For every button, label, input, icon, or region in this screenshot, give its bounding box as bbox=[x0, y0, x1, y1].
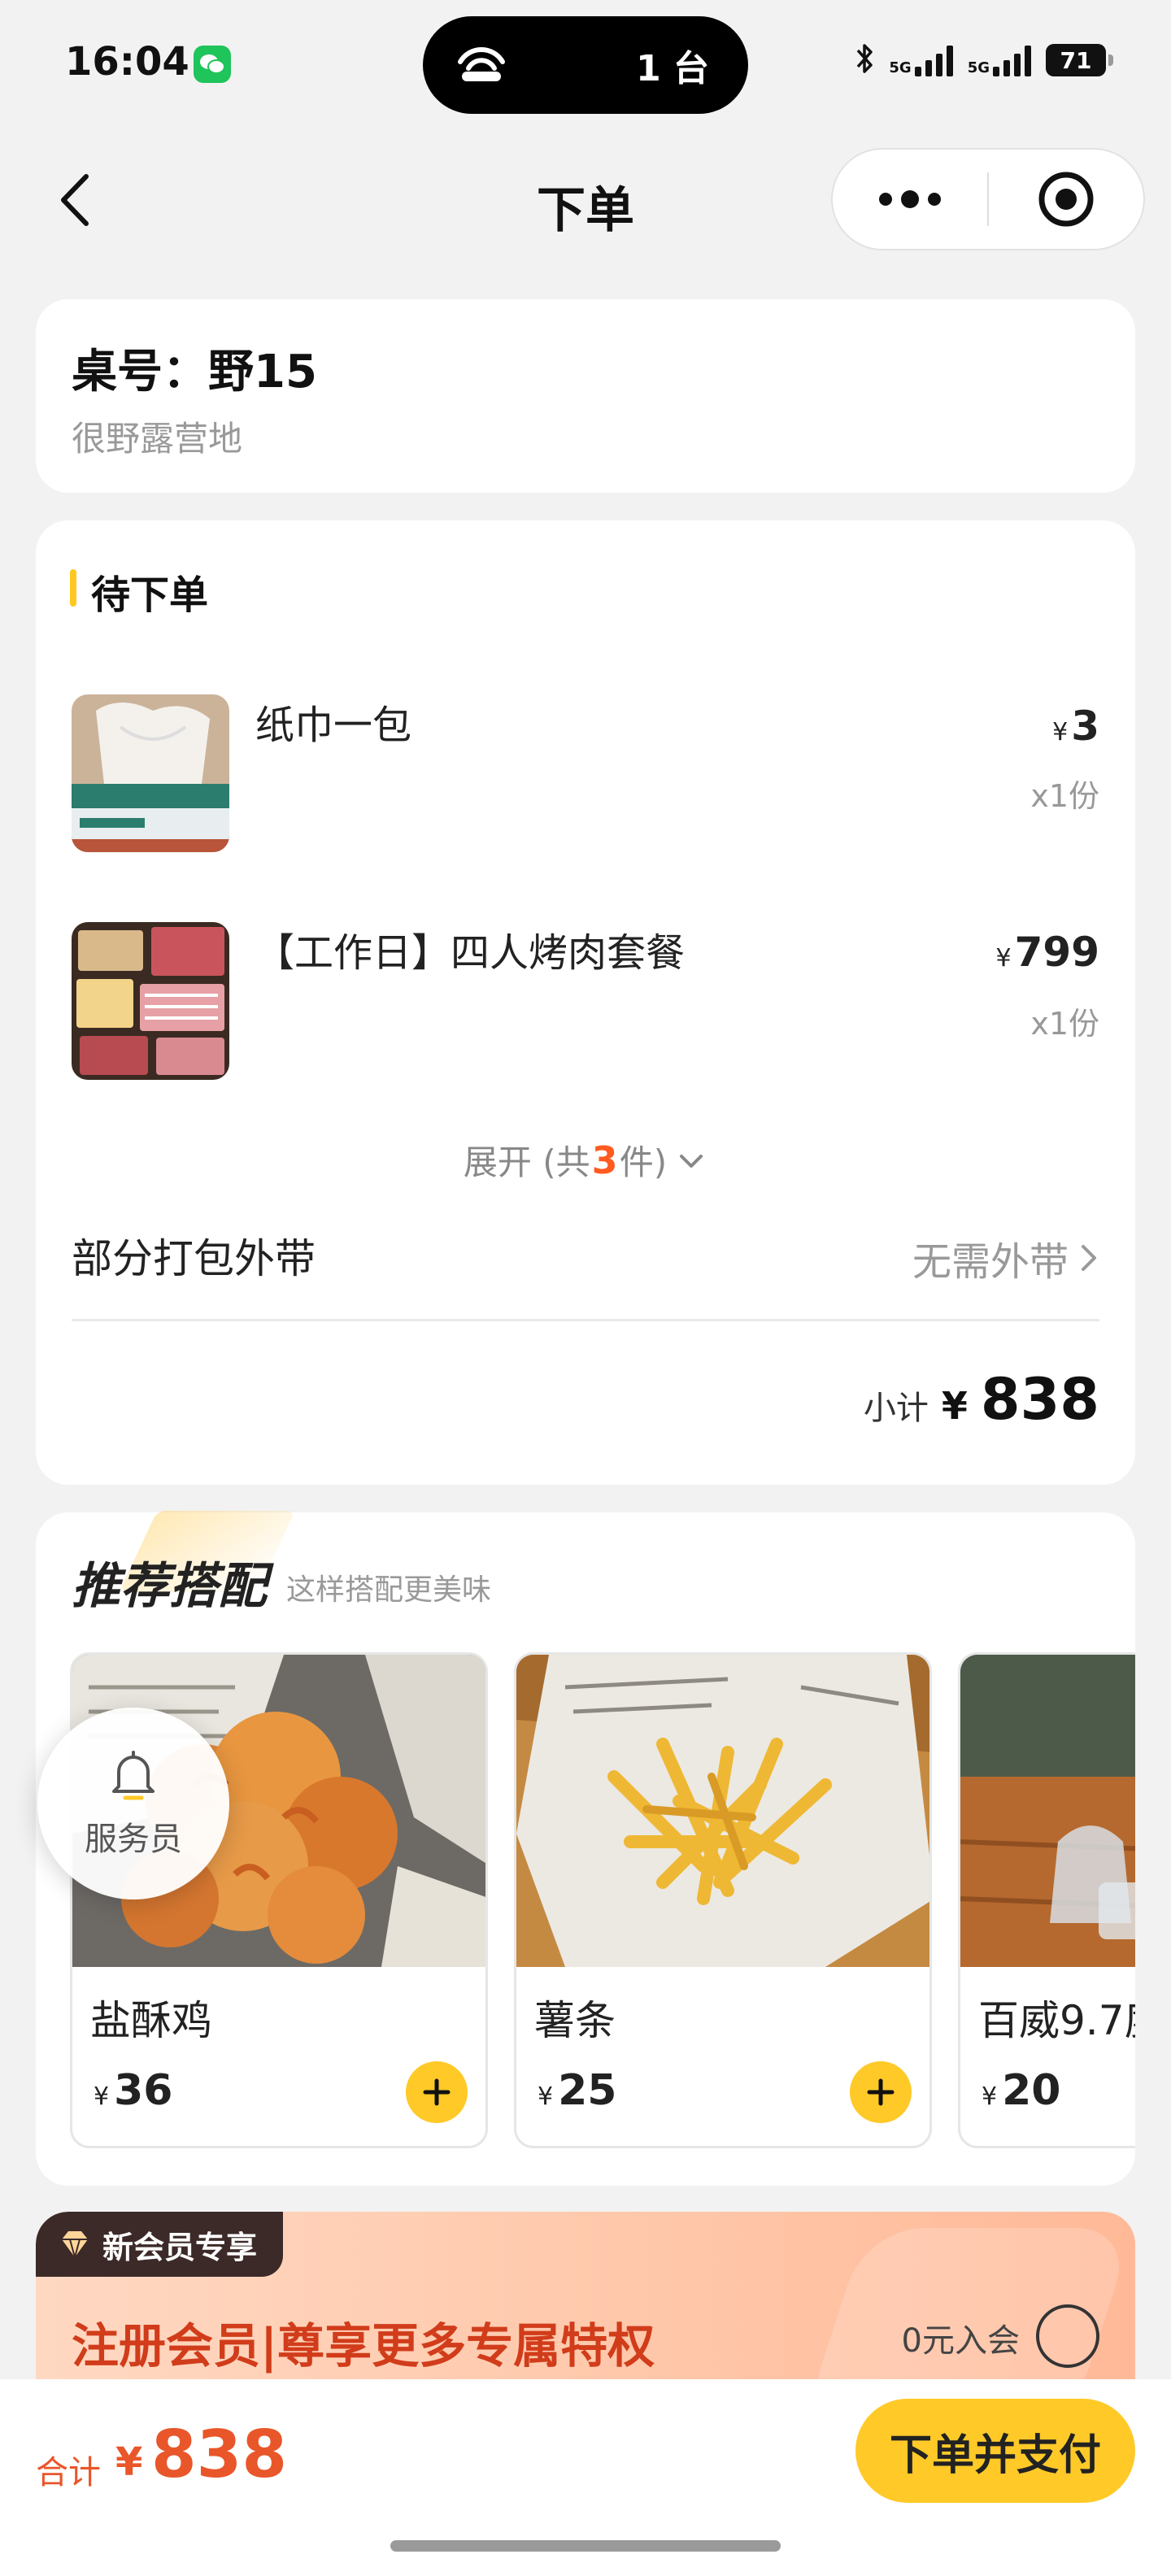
wechat-icon bbox=[194, 46, 231, 83]
item-price: ¥3 bbox=[1052, 703, 1099, 750]
chevron-right-icon bbox=[1082, 1245, 1096, 1271]
chevron-down-icon bbox=[680, 1154, 703, 1168]
currency-symbol: ¥ bbox=[1052, 718, 1069, 746]
recommendation-price: ¥36 bbox=[94, 2066, 172, 2115]
item-thumbnail bbox=[72, 694, 229, 852]
recommendations-title: 推荐搭配 bbox=[72, 1558, 267, 1615]
expand-prefix: 展开 (共 bbox=[463, 1142, 590, 1182]
expand-suffix: 件) bbox=[619, 1142, 668, 1182]
new-member-tag-label: 新会员专享 bbox=[102, 2229, 258, 2265]
item-quantity: x1份 bbox=[1030, 1006, 1099, 1042]
join-membership-radio[interactable] bbox=[1036, 2304, 1099, 2368]
item-price: ¥799 bbox=[996, 929, 1099, 976]
expand-items-button[interactable]: 展开 (共 3 件) bbox=[0, 1135, 1171, 1185]
dynamic-island[interactable]: 1 台 bbox=[423, 16, 748, 114]
recommendation-image bbox=[516, 1655, 929, 1967]
target-close-icon bbox=[1038, 172, 1094, 227]
recommendation-price-value: 25 bbox=[558, 2066, 617, 2115]
section-title: 待下单 bbox=[91, 572, 209, 618]
recommendation-price-value: 20 bbox=[1002, 2066, 1061, 2115]
place-order-pay-button[interactable]: 下单并支付 bbox=[855, 2399, 1135, 2503]
hotspot-icon bbox=[455, 44, 507, 86]
mini-program-capsule bbox=[831, 148, 1145, 250]
call-waiter-label: 服务员 bbox=[85, 1821, 182, 1858]
signal-2-label: 5G bbox=[967, 59, 990, 76]
bell-icon bbox=[112, 1751, 155, 1800]
item-name: 【工作日】四人烤肉套餐 bbox=[255, 930, 686, 976]
recommendations-subtitle: 这样搭配更美味 bbox=[286, 1573, 492, 1607]
item-name: 纸巾一包 bbox=[255, 703, 412, 748]
signal-1-label: 5G bbox=[889, 59, 912, 76]
total-value: 838 bbox=[151, 2417, 287, 2492]
recommendation-image bbox=[960, 1655, 1135, 1967]
status-indicators: 5G 5G 71 bbox=[855, 42, 1113, 78]
currency-symbol: ¥ bbox=[94, 2082, 110, 2111]
subtotal-value: 838 bbox=[980, 1366, 1099, 1433]
membership-promo: 注册会员|尊享更多专属特权 bbox=[72, 2318, 655, 2374]
item-price-value: 3 bbox=[1071, 703, 1099, 750]
expand-count: 3 bbox=[591, 1138, 618, 1182]
item-quantity: x1份 bbox=[1030, 778, 1099, 814]
recommendation-card[interactable]: 薯条 ¥25 bbox=[514, 1652, 932, 2148]
add-to-order-button[interactable] bbox=[406, 2061, 468, 2123]
venue-name: 很野露营地 bbox=[72, 419, 243, 459]
subtotal-label: 小计 bbox=[863, 1390, 929, 1427]
divider bbox=[72, 1319, 1099, 1321]
plus-icon bbox=[423, 2078, 451, 2106]
status-time: 16:04 bbox=[65, 39, 189, 85]
home-indicator[interactable] bbox=[390, 2540, 781, 2552]
currency-symbol: ¥ bbox=[995, 944, 1012, 973]
close-mini-program-button[interactable] bbox=[989, 150, 1143, 249]
section-accent-bar bbox=[70, 569, 76, 607]
recommendation-price: ¥20 bbox=[982, 2066, 1060, 2115]
currency-symbol: ¥ bbox=[115, 2439, 143, 2485]
signal-1-icon bbox=[914, 44, 953, 76]
more-dots-icon bbox=[879, 190, 941, 208]
join-membership-label: 0元入会 bbox=[901, 2322, 1020, 2360]
item-price-value: 799 bbox=[1014, 929, 1099, 976]
recommendation-card[interactable]: 百威9.7度 ¥20 bbox=[958, 1652, 1135, 2148]
recommendations-carousel[interactable]: 盐酥鸡 ¥36 薯条 ¥ 25 百威9.7 ¥ 20 bbox=[70, 1652, 1135, 2150]
currency-symbol: ¥ bbox=[538, 2082, 554, 2111]
island-count: 1 台 bbox=[636, 48, 709, 89]
currency-symbol: ¥ bbox=[941, 1384, 968, 1428]
currency-symbol: ¥ bbox=[982, 2082, 998, 2111]
takeout-selector[interactable]: 无需外带 bbox=[912, 1229, 1099, 1286]
subtotal: 小计 ¥ 838 bbox=[864, 1366, 1099, 1433]
recommendation-name: 百威9.7度 bbox=[978, 1997, 1135, 2044]
add-to-order-button[interactable] bbox=[850, 2061, 912, 2123]
bluetooth-icon bbox=[855, 42, 874, 78]
call-waiter-button[interactable]: 服务员 bbox=[37, 1708, 229, 1899]
signal-2-icon bbox=[993, 44, 1031, 76]
more-button[interactable] bbox=[833, 150, 987, 249]
takeout-value: 无需外带 bbox=[912, 1239, 1069, 1285]
total-label: 合计 bbox=[36, 2454, 101, 2491]
battery-icon: 71 bbox=[1046, 44, 1113, 76]
diamond-icon bbox=[62, 2231, 88, 2259]
recommendation-name: 盐酥鸡 bbox=[90, 1997, 212, 2044]
item-thumbnail bbox=[72, 922, 229, 1080]
recommendation-price-value: 36 bbox=[114, 2066, 173, 2115]
recommendation-price: ¥25 bbox=[538, 2066, 616, 2115]
new-member-tag: 新会员专享 bbox=[36, 2212, 284, 2277]
recommendation-name: 薯条 bbox=[534, 1997, 616, 2044]
plus-icon bbox=[867, 2078, 895, 2106]
table-number: 桌号：野15 bbox=[72, 346, 317, 398]
takeout-label: 部分打包外带 bbox=[72, 1235, 316, 1282]
